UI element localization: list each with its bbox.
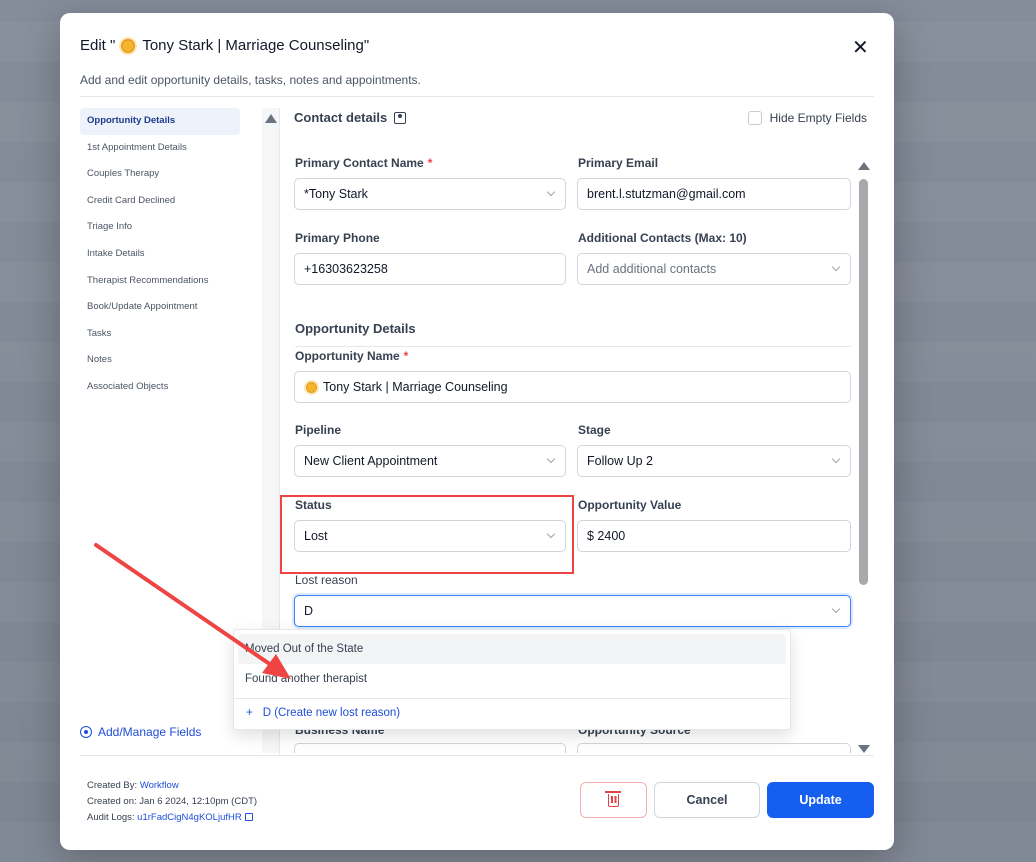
annotation-arrow (94, 543, 291, 679)
